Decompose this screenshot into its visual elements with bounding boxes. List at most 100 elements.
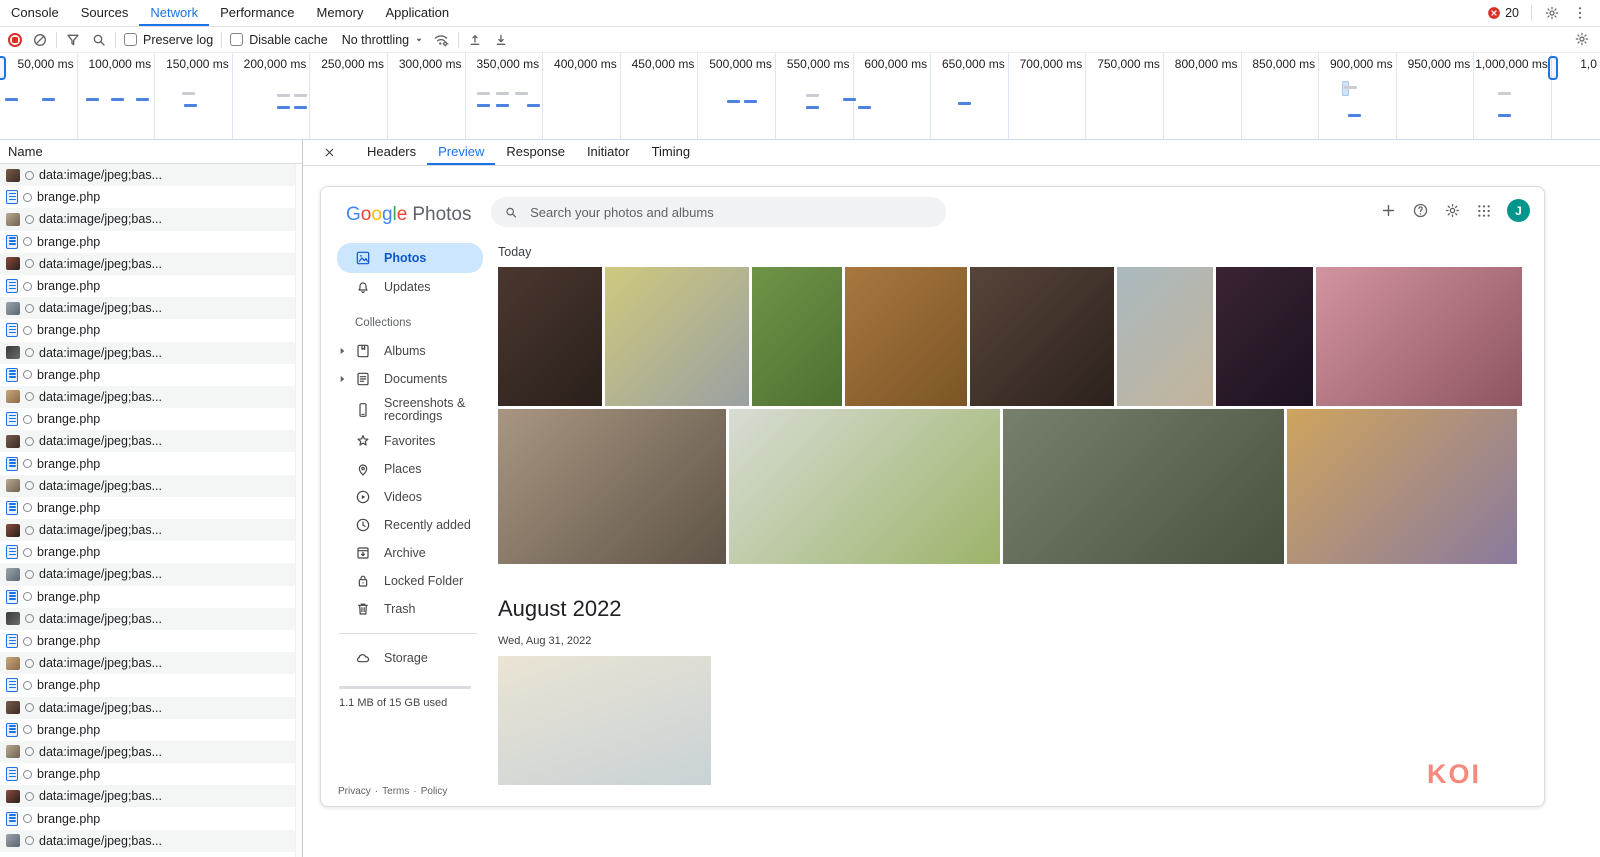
network-conditions-icon[interactable] (432, 31, 450, 49)
photo-thumbnail[interactable] (498, 409, 726, 564)
terms-link[interactable]: Terms (382, 786, 409, 797)
table-row[interactable]: data:image/jpeg;bas... (0, 253, 295, 275)
table-row[interactable]: data:image/jpeg;bas... (0, 208, 295, 230)
detail-tab-preview[interactable]: Preview (427, 140, 495, 165)
table-row[interactable]: data:image/jpeg;bas... (0, 652, 295, 674)
close-detail-button[interactable] (315, 140, 344, 165)
august-photo-thumbnail[interactable] (498, 656, 711, 785)
table-row[interactable]: data:image/jpeg;bas... (0, 342, 295, 364)
table-row[interactable]: brange.php (0, 364, 295, 386)
tab-memory[interactable]: Memory (306, 0, 375, 26)
table-row[interactable]: brange.php (0, 497, 295, 519)
photo-thumbnail[interactable] (1003, 409, 1284, 564)
caret-right-icon[interactable] (338, 375, 347, 384)
sidebar-item-updates[interactable]: Updates (337, 273, 483, 301)
table-row[interactable]: data:image/jpeg;bas... (0, 430, 295, 452)
settings-gear-icon[interactable] (1444, 202, 1461, 219)
table-row[interactable]: data:image/jpeg;bas... (0, 297, 295, 319)
network-settings-gear-icon[interactable] (1574, 31, 1590, 47)
sidebar-item-storage[interactable]: Storage (337, 644, 483, 672)
table-row[interactable]: brange.php (0, 408, 295, 430)
caret-right-icon[interactable] (338, 347, 347, 356)
table-row[interactable]: data:image/jpeg;bas... (0, 164, 295, 186)
photo-thumbnail[interactable] (845, 267, 967, 406)
tab-console[interactable]: Console (0, 0, 70, 26)
sidebar-item-locked-folder[interactable]: Locked Folder (337, 567, 483, 595)
table-row[interactable]: data:image/jpeg;bas... (0, 519, 295, 541)
policy-link[interactable]: Policy (421, 786, 448, 797)
sidebar-item-places[interactable]: Places (337, 455, 483, 483)
photo-thumbnail[interactable] (970, 267, 1114, 406)
sidebar-item-archive[interactable]: Archive (337, 539, 483, 567)
search-icon[interactable] (91, 32, 107, 48)
photo-thumbnail[interactable] (498, 267, 602, 406)
detail-tab-response[interactable]: Response (495, 140, 576, 165)
tab-performance[interactable]: Performance (209, 0, 305, 26)
table-row[interactable]: data:image/jpeg;bas... (0, 563, 295, 585)
table-row[interactable]: brange.php (0, 807, 295, 829)
sidebar-item-photos[interactable]: Photos (337, 243, 483, 273)
table-row[interactable]: brange.php (0, 452, 295, 474)
import-har-icon[interactable] (467, 32, 483, 48)
table-row[interactable]: data:image/jpeg;bas... (0, 697, 295, 719)
kebab-menu-icon[interactable] (1572, 5, 1588, 21)
table-row[interactable]: brange.php (0, 719, 295, 741)
upload-plus-icon[interactable] (1380, 202, 1397, 219)
disable-cache-toggle[interactable]: Disable cache (230, 33, 328, 47)
table-row[interactable]: brange.php (0, 275, 295, 297)
photo-thumbnail[interactable] (605, 267, 749, 406)
export-har-icon[interactable] (493, 32, 509, 48)
sidebar-item-favorites[interactable]: Favorites (337, 427, 483, 455)
error-count-badge[interactable]: 20 (1487, 6, 1519, 20)
table-row[interactable]: data:image/jpeg;bas... (0, 785, 295, 807)
sidebar-item-albums[interactable]: Albums (337, 337, 483, 365)
photo-thumbnail[interactable] (729, 409, 1000, 564)
sidebar-item-documents[interactable]: Documents (337, 365, 483, 393)
table-row[interactable]: data:image/jpeg;bas... (0, 608, 295, 630)
table-row[interactable]: brange.php (0, 186, 295, 208)
sidebar-item-videos[interactable]: Videos (337, 483, 483, 511)
apps-grid-icon[interactable] (1476, 203, 1492, 219)
table-row[interactable]: brange.php (0, 541, 295, 563)
sidebar-item-recently-added[interactable]: Recently added (337, 511, 483, 539)
table-row[interactable]: brange.php (0, 586, 295, 608)
record-button[interactable] (8, 33, 22, 47)
request-list-scrollbar[interactable] (295, 164, 302, 857)
detail-tab-timing[interactable]: Timing (641, 140, 702, 165)
table-row[interactable]: brange.php (0, 319, 295, 341)
sidebar-item-trash[interactable]: Trash (337, 595, 483, 623)
preserve-log-checkbox[interactable] (124, 33, 137, 46)
settings-gear-icon[interactable] (1544, 5, 1560, 21)
detail-tab-initiator[interactable]: Initiator (576, 140, 641, 165)
clear-button[interactable] (32, 32, 48, 48)
photos-search-bar[interactable] (491, 197, 946, 227)
table-row[interactable]: brange.php (0, 674, 295, 696)
tab-sources[interactable]: Sources (70, 0, 140, 26)
throttling-select[interactable]: No throttling (342, 33, 424, 47)
filter-icon[interactable] (65, 32, 81, 48)
sidebar-item-screenshots[interactable]: Screenshots & recordings (337, 393, 483, 427)
photo-thumbnail[interactable] (1216, 267, 1313, 406)
photo-thumbnail[interactable] (1117, 267, 1213, 406)
photo-thumbnail[interactable] (752, 267, 842, 406)
preserve-log-toggle[interactable]: Preserve log (124, 33, 213, 47)
overview-drag-handle[interactable] (0, 56, 6, 80)
timeline-overview[interactable]: 50,000 ms100,000 ms150,000 ms200,000 ms2… (0, 53, 1600, 140)
overview-drag-handle[interactable] (1548, 56, 1558, 80)
help-icon[interactable] (1412, 202, 1429, 219)
search-input[interactable] (528, 204, 933, 221)
table-row[interactable]: data:image/jpeg;bas... (0, 741, 295, 763)
google-photos-logo[interactable]: Google Photos (346, 204, 471, 226)
tab-application[interactable]: Application (374, 0, 460, 26)
table-row[interactable]: data:image/jpeg;bas... (0, 830, 295, 852)
table-row[interactable]: brange.php (0, 231, 295, 253)
photo-thumbnail[interactable] (1316, 267, 1522, 406)
detail-tab-headers[interactable]: Headers (356, 140, 427, 165)
table-row[interactable]: data:image/jpeg;bas... (0, 386, 295, 408)
avatar[interactable]: J (1507, 199, 1530, 222)
name-column-header[interactable]: Name (0, 140, 302, 164)
table-row[interactable]: brange.php (0, 763, 295, 785)
privacy-link[interactable]: Privacy (338, 786, 371, 797)
table-row[interactable]: brange.php (0, 630, 295, 652)
photo-thumbnail[interactable] (1287, 409, 1517, 564)
